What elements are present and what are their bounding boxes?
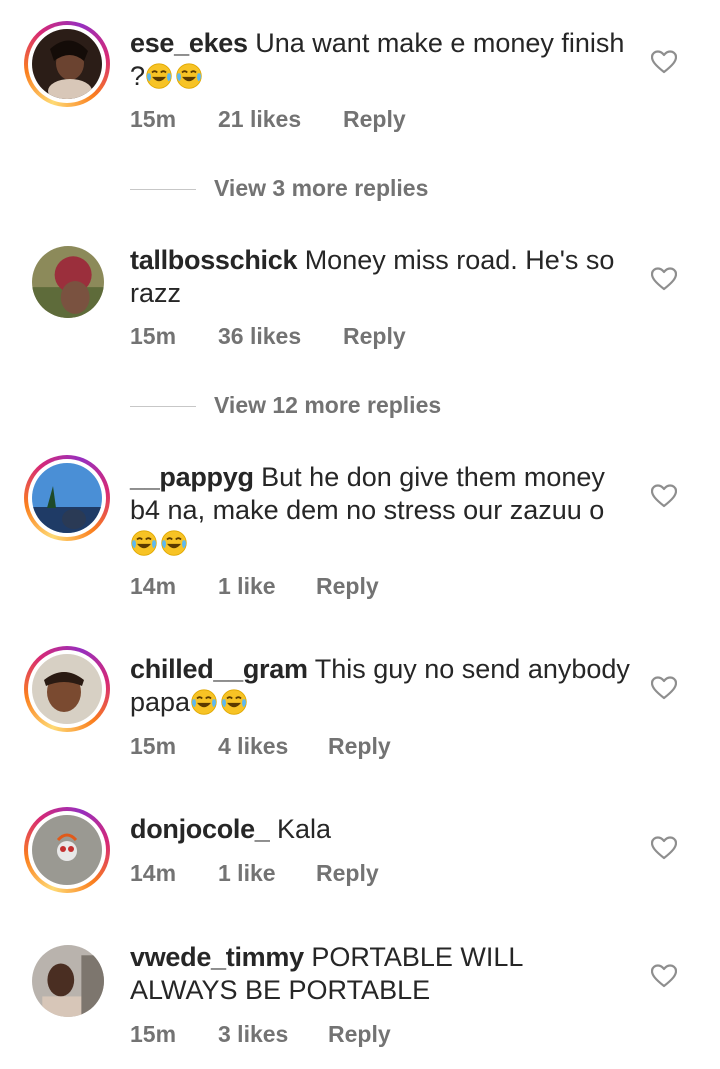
reply-button[interactable]: Reply <box>328 733 391 760</box>
likes-count[interactable]: 4 likes <box>218 733 328 760</box>
joy-emoji-icon <box>175 62 203 90</box>
comment-meta: 15m 3 likes Reply <box>130 1021 391 1048</box>
timestamp: 14m <box>130 573 177 599</box>
username[interactable]: ese_ekes <box>130 28 248 58</box>
avatar[interactable] <box>32 246 104 318</box>
heart-icon[interactable] <box>651 676 677 700</box>
heart-icon[interactable] <box>651 836 677 860</box>
username[interactable]: tallbosschick <box>130 245 297 275</box>
joy-emoji-icon <box>130 529 158 557</box>
likes-count[interactable]: 21 likes <box>218 106 343 133</box>
comment-meta: 14m 1 like Reply <box>130 573 379 600</box>
username[interactable]: chilled__gram <box>130 654 308 684</box>
heart-icon[interactable] <box>651 267 677 291</box>
comment-body: Kala <box>277 814 332 844</box>
avatar[interactable] <box>24 646 110 732</box>
comment-meta: 15m 36 likes Reply <box>130 323 406 350</box>
avatar[interactable] <box>24 21 110 107</box>
reply-button[interactable]: Reply <box>343 106 406 133</box>
comment-text: tallbosschick Money miss road. He's so r… <box>130 244 630 310</box>
comment-text: vwede_timmy PORTABLE WILL ALWAYS BE PORT… <box>130 941 630 1007</box>
comment-text: donjocole_ Kala <box>130 813 630 846</box>
joy-emoji-icon <box>190 688 218 716</box>
avatar[interactable] <box>32 945 104 1017</box>
avatar[interactable] <box>24 455 110 541</box>
likes-count[interactable]: 36 likes <box>218 323 343 350</box>
likes-count[interactable]: 1 like <box>218 573 316 600</box>
heart-icon[interactable] <box>651 484 677 508</box>
reply-button[interactable]: Reply <box>316 860 379 887</box>
joy-emoji-icon <box>160 529 188 557</box>
reply-button[interactable]: Reply <box>343 323 406 350</box>
view-replies-button[interactable]: View 12 more replies <box>130 392 441 419</box>
view-replies-button[interactable]: View 3 more replies <box>130 175 428 202</box>
timestamp: 14m <box>130 860 177 886</box>
divider <box>130 406 196 408</box>
comment-text: chilled__gram This guy no send anybody p… <box>130 653 630 719</box>
reply-button[interactable]: Reply <box>328 1021 391 1048</box>
likes-count[interactable]: 1 like <box>218 860 316 887</box>
divider <box>130 189 196 191</box>
username[interactable]: vwede_timmy <box>130 942 304 972</box>
comment-meta: 15m 21 likes Reply <box>130 106 406 133</box>
joy-emoji-icon <box>220 688 248 716</box>
comment-text: ese_ekes Una want make e money finish ? <box>130 27 630 93</box>
comment-meta: 15m 4 likes Reply <box>130 733 391 760</box>
timestamp: 15m <box>130 733 177 759</box>
likes-count[interactable]: 3 likes <box>218 1021 328 1048</box>
heart-icon[interactable] <box>651 50 677 74</box>
avatar[interactable] <box>24 807 110 893</box>
view-replies-label: View 3 more replies <box>214 175 429 201</box>
view-replies-label: View 12 more replies <box>214 392 442 418</box>
reply-button[interactable]: Reply <box>316 573 379 600</box>
comment-meta: 14m 1 like Reply <box>130 860 379 887</box>
heart-icon[interactable] <box>651 964 677 988</box>
timestamp: 15m <box>130 106 177 132</box>
timestamp: 15m <box>130 1021 177 1047</box>
username[interactable]: donjocole_ <box>130 814 270 844</box>
timestamp: 15m <box>130 323 177 349</box>
username[interactable]: __pappyg <box>130 462 254 492</box>
comment-text: __pappyg But he don give them money b4 n… <box>130 461 630 560</box>
joy-emoji-icon <box>145 62 173 90</box>
